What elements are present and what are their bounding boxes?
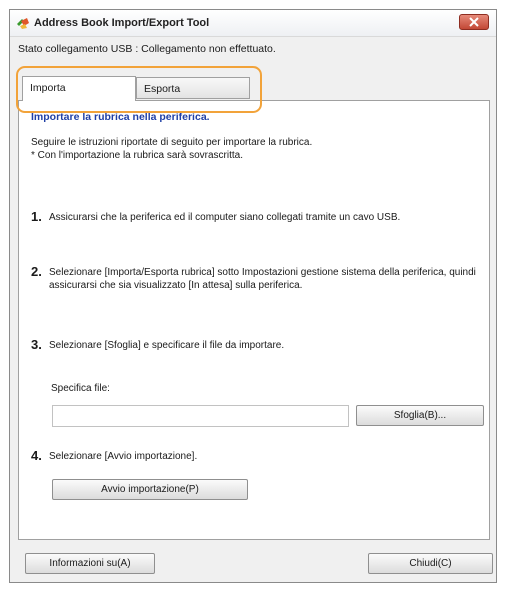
step-number: 1. [31, 209, 42, 224]
step-text: Selezionare [Avvio importazione]. [49, 451, 198, 462]
step-text: Selezionare [Importa/Esporta rubrica] so… [49, 267, 476, 291]
tab-esporta-label: Esporta [144, 83, 181, 95]
tab-esporta[interactable]: Esporta [136, 77, 250, 99]
file-path-input[interactable] [52, 405, 349, 427]
step-number: 2. [31, 264, 42, 279]
intro-text: Seguire le istruzioni riportate di segui… [31, 136, 312, 162]
step-number: 3. [31, 337, 42, 352]
window-title: Address Book Import/Export Tool [34, 17, 210, 29]
close-icon [469, 17, 479, 27]
start-import-button[interactable]: Avvio importazione(P) [52, 479, 248, 500]
usb-status-text: Stato collegamento USB : Collegamento no… [18, 43, 276, 55]
step-text: Assicurarsi che la periferica ed il comp… [49, 212, 401, 223]
window-close-button[interactable] [459, 14, 489, 30]
intro-line: Seguire le istruzioni riportate di segui… [31, 137, 313, 148]
address-book-app-icon [15, 15, 31, 31]
tab-importa-label: Importa [30, 82, 66, 94]
import-panel: Importare la rubrica nella periferica. S… [18, 100, 490, 540]
step-text: Selezionare [Sfoglia] e specificare il f… [49, 340, 285, 351]
step-number: 4. [31, 448, 42, 463]
tab-importa[interactable]: Importa [22, 76, 136, 101]
title-bar[interactable]: Address Book Import/Export Tool [10, 10, 496, 37]
browse-button[interactable]: Sfoglia(B)... [356, 405, 484, 426]
close-button[interactable]: Chiudi(C) [368, 553, 493, 574]
about-button[interactable]: Informazioni su(A) [25, 553, 155, 574]
app-window: Address Book Import/Export Tool Stato co… [9, 9, 497, 583]
panel-heading: Importare la rubrica nella periferica. [31, 111, 210, 123]
intro-note: * Con l'importazione la rubrica sarà sov… [31, 150, 243, 161]
file-label: Specifica file: [51, 383, 110, 394]
